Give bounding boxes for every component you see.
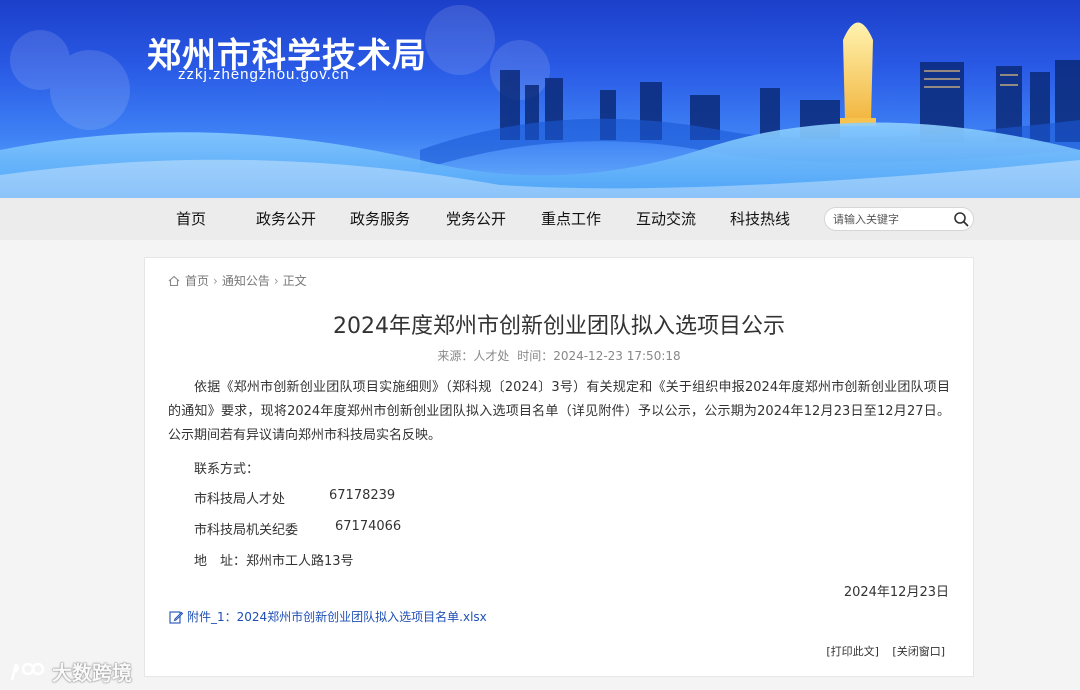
- breadcrumb: 首页 › 通知公告 › 正文: [168, 272, 307, 289]
- chevron-right-icon: ›: [273, 273, 279, 288]
- nav-item-home[interactable]: 首页: [176, 198, 206, 240]
- attachment-link[interactable]: 附件_1：2024郑州市创新创业团队拟入选项目名单.xlsx: [169, 608, 487, 625]
- article-tools: [打印此文] [关闭窗口]: [816, 643, 945, 659]
- watermark-text: 大数跨境: [52, 661, 132, 685]
- chevron-right-icon: ›: [213, 273, 218, 288]
- nav-item-government-services[interactable]: 政务服务: [350, 198, 410, 240]
- header-banner: 郑州市科学技术局 zzkj.zhengzhou.gov.cn: [0, 0, 1080, 198]
- watermark: 大数跨境: [10, 657, 132, 686]
- home-icon: [168, 275, 180, 286]
- article-source: 来源：人才处: [437, 349, 510, 363]
- nav-item-key-work[interactable]: 重点工作: [541, 198, 601, 240]
- address: 地 址：郑州市工人路13号: [194, 554, 354, 569]
- breadcrumb-home-link[interactable]: 首页: [185, 272, 209, 289]
- search-box: [824, 207, 974, 231]
- publish-date: 2024年12月23日: [843, 585, 949, 600]
- nav-item-interaction[interactable]: 互动交流: [636, 198, 696, 240]
- watermark-logo-icon: [10, 662, 45, 680]
- search-input[interactable]: [833, 211, 943, 227]
- nav-item-tech-hotline[interactable]: 科技热线: [730, 198, 790, 240]
- attachment-label: 附件_1：2024郑州市创新创业团队拟入选项目名单.xlsx: [187, 610, 487, 624]
- search-icon[interactable]: [953, 211, 969, 227]
- edit-icon: [169, 610, 183, 624]
- print-link[interactable]: [打印此文]: [826, 645, 879, 658]
- nav-item-government-affairs[interactable]: 政务公开: [256, 198, 316, 240]
- close-window-link[interactable]: [关闭窗口]: [892, 645, 945, 658]
- contact-1-name: 市科技局人才处: [194, 492, 286, 507]
- article-meta: 来源：人才处 时间：2024-12-23 17:50:18: [144, 347, 974, 364]
- article-title: 2024年度郑州市创新创业团队拟入选项目公示: [333, 314, 785, 339]
- contact-1-phone: 67178239: [329, 488, 396, 503]
- site-domain: zzkj.zhengzhou.gov.cn: [178, 66, 350, 83]
- article-paragraph: 依据《郑州市创新创业团队项目实施细则》（郑科规〔2024〕3号）有关规定和《关于…: [168, 380, 950, 443]
- breadcrumb-current: 正文: [282, 274, 307, 288]
- nav-item-party-affairs[interactable]: 党务公开: [446, 198, 506, 240]
- contact-label: 联系方式：: [194, 462, 260, 477]
- contact-2-phone: 67174066: [335, 519, 402, 534]
- article-time: 时间：2024-12-23 17:50:18: [517, 349, 681, 363]
- contact-2-name: 市科技局机关纪委: [194, 523, 299, 538]
- breadcrumb-section-link[interactable]: 通知公告: [222, 272, 270, 289]
